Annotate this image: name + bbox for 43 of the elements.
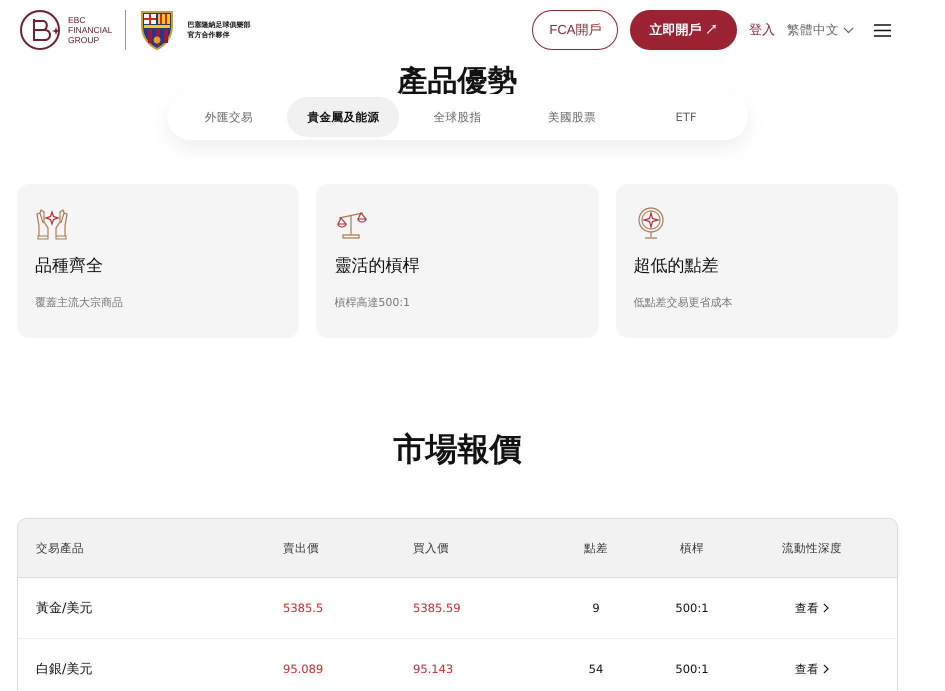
category-tab[interactable]: 全球股指 <box>402 97 514 137</box>
view-link[interactable]: 查看 <box>789 600 835 616</box>
card-description: 低點差交易更省成本 <box>634 295 734 310</box>
category-tab[interactable]: 外匯交易 <box>173 97 285 137</box>
category-tab[interactable]: 貴金屬及能源 <box>287 97 400 137</box>
price-cell-text: 95.089 <box>283 662 324 676</box>
hands-sparkle-icon <box>35 206 69 240</box>
column-header: 買入價 <box>413 540 450 556</box>
column-header: 點差 <box>583 540 609 556</box>
card-title: 品種齊全 <box>35 255 104 277</box>
card-title: 靈活的槓桿 <box>334 255 420 277</box>
category-tab[interactable]: 美國股票 <box>516 97 628 137</box>
chevron-right-icon <box>823 603 829 613</box>
section-title: 市場報價 <box>392 429 522 470</box>
open-account-button[interactable]: 立即開戶 ↗ <box>630 10 737 50</box>
price-cell-text: 5385.5 <box>283 601 324 615</box>
column-header: 槓桿 <box>679 540 705 556</box>
crest-icon <box>139 10 176 50</box>
table-cell-text: 54 <box>588 662 604 676</box>
table-cell-text: 9 <box>591 601 601 615</box>
login-link[interactable]: 登入 <box>749 21 775 39</box>
menu-icon[interactable] <box>874 24 891 36</box>
section-title: 產品優勢 <box>396 63 518 96</box>
category-tab[interactable]: ETF <box>630 97 742 137</box>
logo-icon <box>20 9 62 51</box>
view-link[interactable]: 查看 <box>789 660 835 678</box>
column-header: 交易產品 <box>35 540 85 556</box>
column-header: 流動性深度 <box>781 540 843 556</box>
table-cell-text: 500:1 <box>674 662 710 676</box>
brand-name: EBC FINANCIAL GROUP <box>68 15 112 45</box>
table-cell-text: 黃金/美元 <box>35 600 94 617</box>
card-title: 超低的點差 <box>634 255 720 277</box>
fca-account-button[interactable]: FCA開戶 <box>532 10 618 50</box>
price-cell-text: 5385.59 <box>413 601 462 615</box>
chevron-down-icon <box>843 26 854 34</box>
table-cell-text: 白銀/美元 <box>35 661 94 678</box>
card-description: 槓桿高達500:1 <box>334 295 412 310</box>
table-cell-text: 500:1 <box>674 601 710 615</box>
language-selector[interactable]: 繁體中文 <box>787 22 854 38</box>
chevron-right-icon <box>823 664 829 674</box>
card-description: 覆蓋主流大宗商品 <box>35 295 124 310</box>
column-header: 賣出價 <box>283 540 320 556</box>
price-cell-text: 95.143 <box>413 662 454 676</box>
